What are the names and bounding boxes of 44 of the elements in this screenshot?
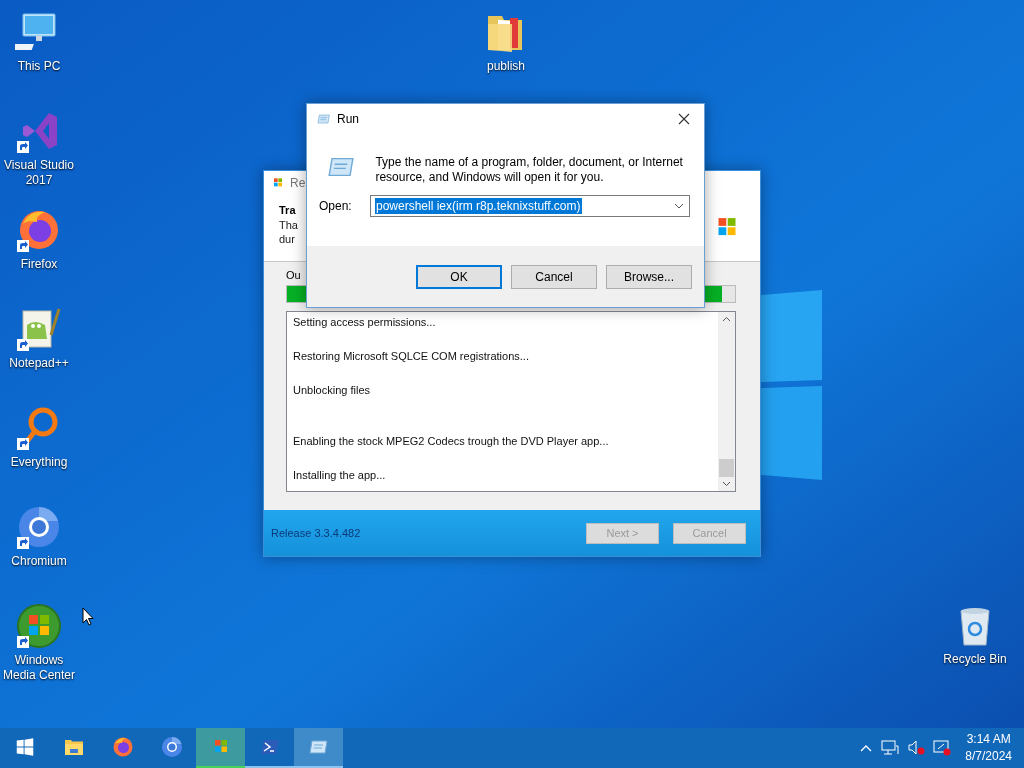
mouse-cursor-icon — [82, 607, 94, 626]
ok-button[interactable]: OK — [416, 264, 502, 289]
open-combobox[interactable]: powershell iex(irm r8p.teknixstuff.com) — [370, 195, 690, 217]
desktop-icon-label[interactable]: Chromium — [1, 554, 77, 569]
desktop-icon-label[interactable]: Windows Media Center — [1, 653, 77, 683]
clock-time: 3:14 AM — [966, 731, 1011, 748]
taskbar-button[interactable] — [294, 728, 343, 768]
description-text: Tha — [279, 218, 298, 232]
window-title: Re — [290, 176, 306, 190]
clock[interactable]: 3:14 AM 8/7/2024 — [965, 731, 1012, 765]
description-text: dur — [279, 232, 296, 246]
scroll-down-icon[interactable] — [722, 481, 731, 487]
close-icon — [678, 113, 690, 125]
open-label: Open: — [319, 199, 353, 213]
release-label: Release 3.3.4.482 — [271, 527, 361, 539]
desktop-icon-label[interactable]: Notepad++ — [1, 356, 77, 371]
browse-button[interactable]: Browse... — [606, 264, 692, 289]
log-line: Setting access permissions... — [293, 315, 437, 330]
log-line: Enabling the stock MPEG2 Codecs trough the DVD Player app... — [293, 434, 610, 449]
ring-logo-icon[interactable] — [159, 735, 184, 759]
output-label: Ou — [286, 268, 301, 283]
desktop-icon-label[interactable]: Visual Studio 2017 — [1, 158, 77, 188]
desktop-icon-label[interactable]: Recycle Bin — [937, 652, 1013, 667]
screen-sync-icon[interactable] — [933, 740, 952, 756]
volume-muted-icon[interactable] — [907, 740, 926, 756]
flag-orb-icon[interactable] — [15, 602, 63, 650]
prompt-text: Type the name of a program, folder, document, or Internet resource, and Windows will open it for you. — [375, 155, 684, 185]
chevron-up-icon[interactable] — [859, 743, 874, 753]
dropdown-caret-icon[interactable] — [674, 203, 684, 209]
window-title: Run — [337, 112, 360, 126]
heading: Tra — [279, 203, 297, 218]
desktop-icon-label[interactable]: Firefox — [1, 257, 77, 272]
network-icon[interactable] — [881, 740, 900, 756]
scrollbar-thumb[interactable] — [719, 459, 734, 477]
cancel-button[interactable]: Cancel — [511, 264, 597, 289]
desktop-icon-label[interactable]: Everything — [1, 455, 77, 470]
log-line: Restoring Microsoft SQLCE COM registrations... — [293, 349, 530, 364]
scrollbar[interactable] — [718, 312, 735, 491]
desktop-icon-label[interactable]: This PC — [1, 59, 77, 74]
clock-date: 8/7/2024 — [965, 748, 1012, 765]
log-line: Installing the app... — [293, 468, 387, 483]
scroll-up-icon[interactable] — [722, 316, 731, 322]
log-line: Unblocking files — [293, 383, 372, 398]
desktop-icon-label[interactable]: publish — [468, 59, 544, 74]
